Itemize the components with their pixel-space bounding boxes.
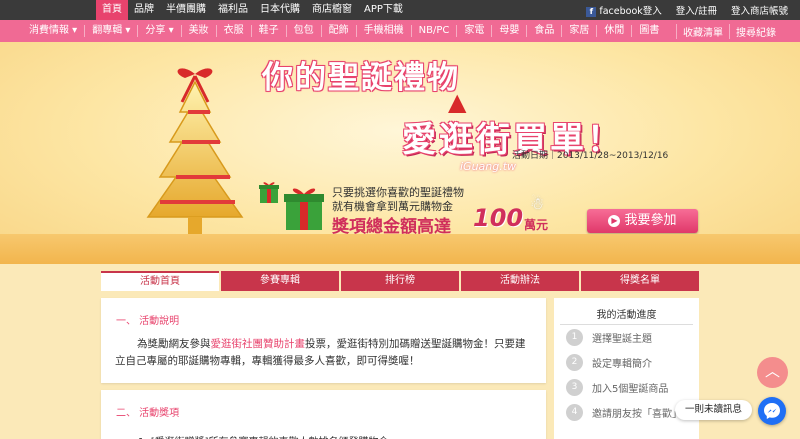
prize-amount-unit: 萬元	[524, 218, 549, 232]
nav-japan-proxy[interactable]: 日本代購	[254, 0, 306, 20]
step-label: 加入5個聖誕商品	[592, 384, 669, 395]
category-books[interactable]: 圖書	[632, 25, 666, 37]
step-number: 1	[566, 329, 583, 346]
progress-step[interactable]: 3 加入5個聖誕商品	[554, 375, 699, 400]
gift-box-small	[259, 182, 279, 203]
category-baby[interactable]: 母嬰	[492, 25, 528, 37]
category-list: 消費情報 ▾ 翻專輯 ▾ 分享 ▾ 美妝 衣服 鞋子 包包 配飾 手機相機 NB…	[22, 25, 666, 37]
progress-step[interactable]: 1 選擇聖誕主題	[554, 325, 699, 350]
category-albums[interactable]: 翻專輯 ▾	[85, 25, 139, 37]
step-label: 選擇聖誕主題	[592, 334, 652, 345]
play-arrow-icon: ▶	[608, 214, 621, 227]
prize-amount: 100	[473, 204, 524, 232]
category-right-links: 收藏清單 搜尋紀錄	[676, 23, 800, 39]
step-label: 邀請朋友按「喜歡」	[592, 409, 682, 420]
shop-login-link[interactable]: 登入商店帳號	[731, 3, 788, 17]
join-button[interactable]: ▶ 我要參加	[587, 209, 698, 233]
category-accessories[interactable]: 配飾	[322, 25, 357, 37]
category-nb-pc[interactable]: NB/PC	[412, 25, 458, 37]
progress-step[interactable]: 2 設定專輯簡介	[554, 350, 699, 375]
event-prizes-card: 二、 活動獎項 1. [愛逛街贈獎]所有參賽專輯的喜歡人數排名頒發購物金	[101, 390, 546, 439]
category-share[interactable]: 分享 ▾	[138, 25, 182, 37]
search-history-link[interactable]: 搜尋紀錄	[729, 23, 782, 39]
progress-title: 我的活動進度	[560, 298, 693, 325]
banner-title-line1: 你的聖誕禮物	[262, 60, 460, 96]
christmas-banner: 你的聖誕禮物 愛逛街買單！ ▲ iGuang.tw 活動日期｜2013/11/2…	[0, 42, 800, 264]
section-title-prizes: 二、 活動獎項	[116, 408, 180, 419]
snowman-icon: ☃	[530, 194, 545, 213]
facebook-login-label: facebook登入	[599, 6, 662, 17]
christmas-tree-illustration	[146, 68, 244, 237]
nav-shop-window[interactable]: 商店櫥窗	[306, 0, 358, 20]
account-links: f facebook登入 登入/註冊 登入商店帳號	[586, 3, 800, 17]
category-shoes[interactable]: 鞋子	[252, 25, 287, 37]
facebook-icon: f	[586, 7, 597, 17]
category-leisure[interactable]: 休閒	[597, 25, 633, 37]
tab-winners[interactable]: 得獎名單	[581, 271, 699, 291]
step-number: 3	[566, 379, 583, 396]
nav-app-download[interactable]: APP下載	[358, 0, 409, 20]
nav-group-buy[interactable]: 半價團購	[160, 0, 212, 20]
messenger-icon	[764, 403, 780, 419]
tab-entries[interactable]: 參賽專輯	[221, 271, 339, 291]
top-nav: 首頁 品牌 半價團購 福利品 日本代購 商店櫥窗 APP下載	[96, 0, 409, 20]
category-news[interactable]: 消費情報 ▾	[22, 25, 86, 37]
event-tabs: 活動首頁 參賽專輯 排行榜 活動辦法 得獎名單	[101, 271, 699, 291]
step-number: 2	[566, 354, 583, 371]
facebook-login-link[interactable]: f facebook登入	[586, 3, 662, 17]
unread-message-bubble[interactable]: 一則未讀訊息	[675, 400, 753, 420]
nav-home[interactable]: 首頁	[96, 0, 128, 20]
scroll-to-top-button[interactable]: ︿	[757, 357, 788, 388]
category-bags[interactable]: 包包	[287, 25, 322, 37]
join-button-label: 我要參加	[624, 213, 677, 228]
category-beauty[interactable]: 美妝	[182, 25, 217, 37]
prize-line-1: 1. [愛逛街贈獎]所有參賽專輯的喜歡人數排名頒發購物金	[101, 419, 546, 439]
progress-sidebar: 我的活動進度 1 選擇聖誕主題 2 設定專輯簡介 3 加入5個聖誕商品 4 邀請朋友按「…	[554, 298, 699, 439]
banner-bottom-wave	[0, 234, 800, 264]
description-text: 為獎勵網友參與愛逛街社團贊助計畫投票，愛逛街特別加碼贈送聖誕購物金！只要建立自己…	[101, 327, 546, 370]
messenger-button[interactable]	[758, 397, 786, 425]
nav-outlet[interactable]: 福利品	[212, 0, 254, 20]
sponsorship-plan-link[interactable]: 愛逛街社團贊助計畫	[211, 338, 306, 350]
step-label: 設定專輯簡介	[592, 359, 652, 370]
login-register-link[interactable]: 登入/註冊	[676, 3, 717, 17]
step-number: 4	[566, 404, 583, 421]
category-food[interactable]: 食品	[527, 25, 563, 37]
event-dates: 活動日期｜2013/11/28~2013/12/16	[512, 151, 669, 161]
category-appliances[interactable]: 家電	[457, 25, 493, 37]
section-title-description: 一、 活動說明	[116, 316, 180, 327]
santa-hat-icon: ▲	[448, 88, 467, 116]
tab-ranking[interactable]: 排行榜	[341, 271, 459, 291]
tab-rules[interactable]: 活動辦法	[461, 271, 579, 291]
category-home[interactable]: 家居	[562, 25, 598, 37]
banner-site-name: iGuang.tw	[460, 160, 517, 173]
category-clothes[interactable]: 衣服	[217, 25, 252, 37]
description-text-before: 為獎勵網友參與	[137, 338, 211, 350]
top-bar: 首頁 品牌 半價團購 福利品 日本代購 商店櫥窗 APP下載 f facebook…	[0, 0, 800, 20]
tab-event-home[interactable]: 活動首頁	[101, 271, 219, 291]
gift-box-large	[284, 188, 324, 230]
chevron-up-icon: ︿	[764, 362, 780, 380]
category-phones-cameras[interactable]: 手機相機	[357, 25, 412, 37]
category-bar: 消費情報 ▾ 翻專輯 ▾ 分享 ▾ 美妝 衣服 鞋子 包包 配飾 手機相機 NB…	[0, 20, 800, 42]
nav-brand[interactable]: 品牌	[128, 0, 160, 20]
event-description-card: 一、 活動說明 為獎勵網友參與愛逛街社團贊助計畫投票，愛逛街特別加碼贈送聖誕購物…	[101, 298, 546, 383]
favorites-link[interactable]: 收藏清單	[676, 23, 729, 39]
